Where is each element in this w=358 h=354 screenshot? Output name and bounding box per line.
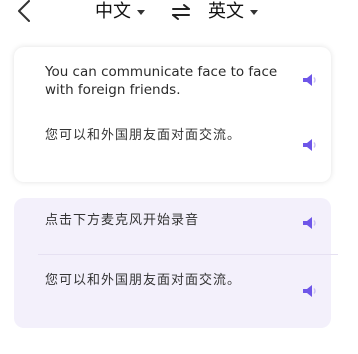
play-translation-button[interactable] — [300, 136, 318, 154]
swap-languages-button[interactable] — [170, 2, 192, 22]
chevron-left-icon — [18, 0, 30, 22]
chevron-down-icon — [250, 9, 258, 15]
speaker-icon — [303, 74, 316, 86]
speaker-icon — [303, 285, 316, 297]
play-translation-button[interactable] — [300, 282, 318, 300]
source-language-selector[interactable]: 中文 — [95, 0, 145, 24]
message-original-text: You can communicate face to face with fo… — [45, 64, 278, 98]
message-bubble: 点击下方麦克风开始录音 您可以和外国朋友面对面交流。 — [14, 198, 338, 328]
play-original-button[interactable] — [300, 71, 318, 89]
top-bar: 中文 英文 — [0, 0, 358, 30]
divider — [38, 254, 338, 255]
source-language-label: 中文 — [95, 1, 131, 22]
chevron-down-icon — [137, 9, 145, 15]
back-button[interactable] — [10, 0, 36, 24]
message-bubble: You can communicate face to face with fo… — [14, 47, 331, 182]
message-translation-text: 您可以和外国朋友面对面交流。 — [45, 128, 242, 143]
swap-arrows-icon — [172, 4, 190, 20]
target-language-selector[interactable]: 英文 — [208, 0, 258, 24]
speaker-icon — [303, 217, 316, 229]
speaker-icon — [303, 139, 316, 151]
target-language-label: 英文 — [208, 1, 244, 22]
message-original-text: 点击下方麦克风开始录音 — [45, 213, 200, 228]
message-translation-text: 您可以和外国朋友面对面交流。 — [45, 273, 242, 288]
play-original-button[interactable] — [300, 214, 318, 232]
